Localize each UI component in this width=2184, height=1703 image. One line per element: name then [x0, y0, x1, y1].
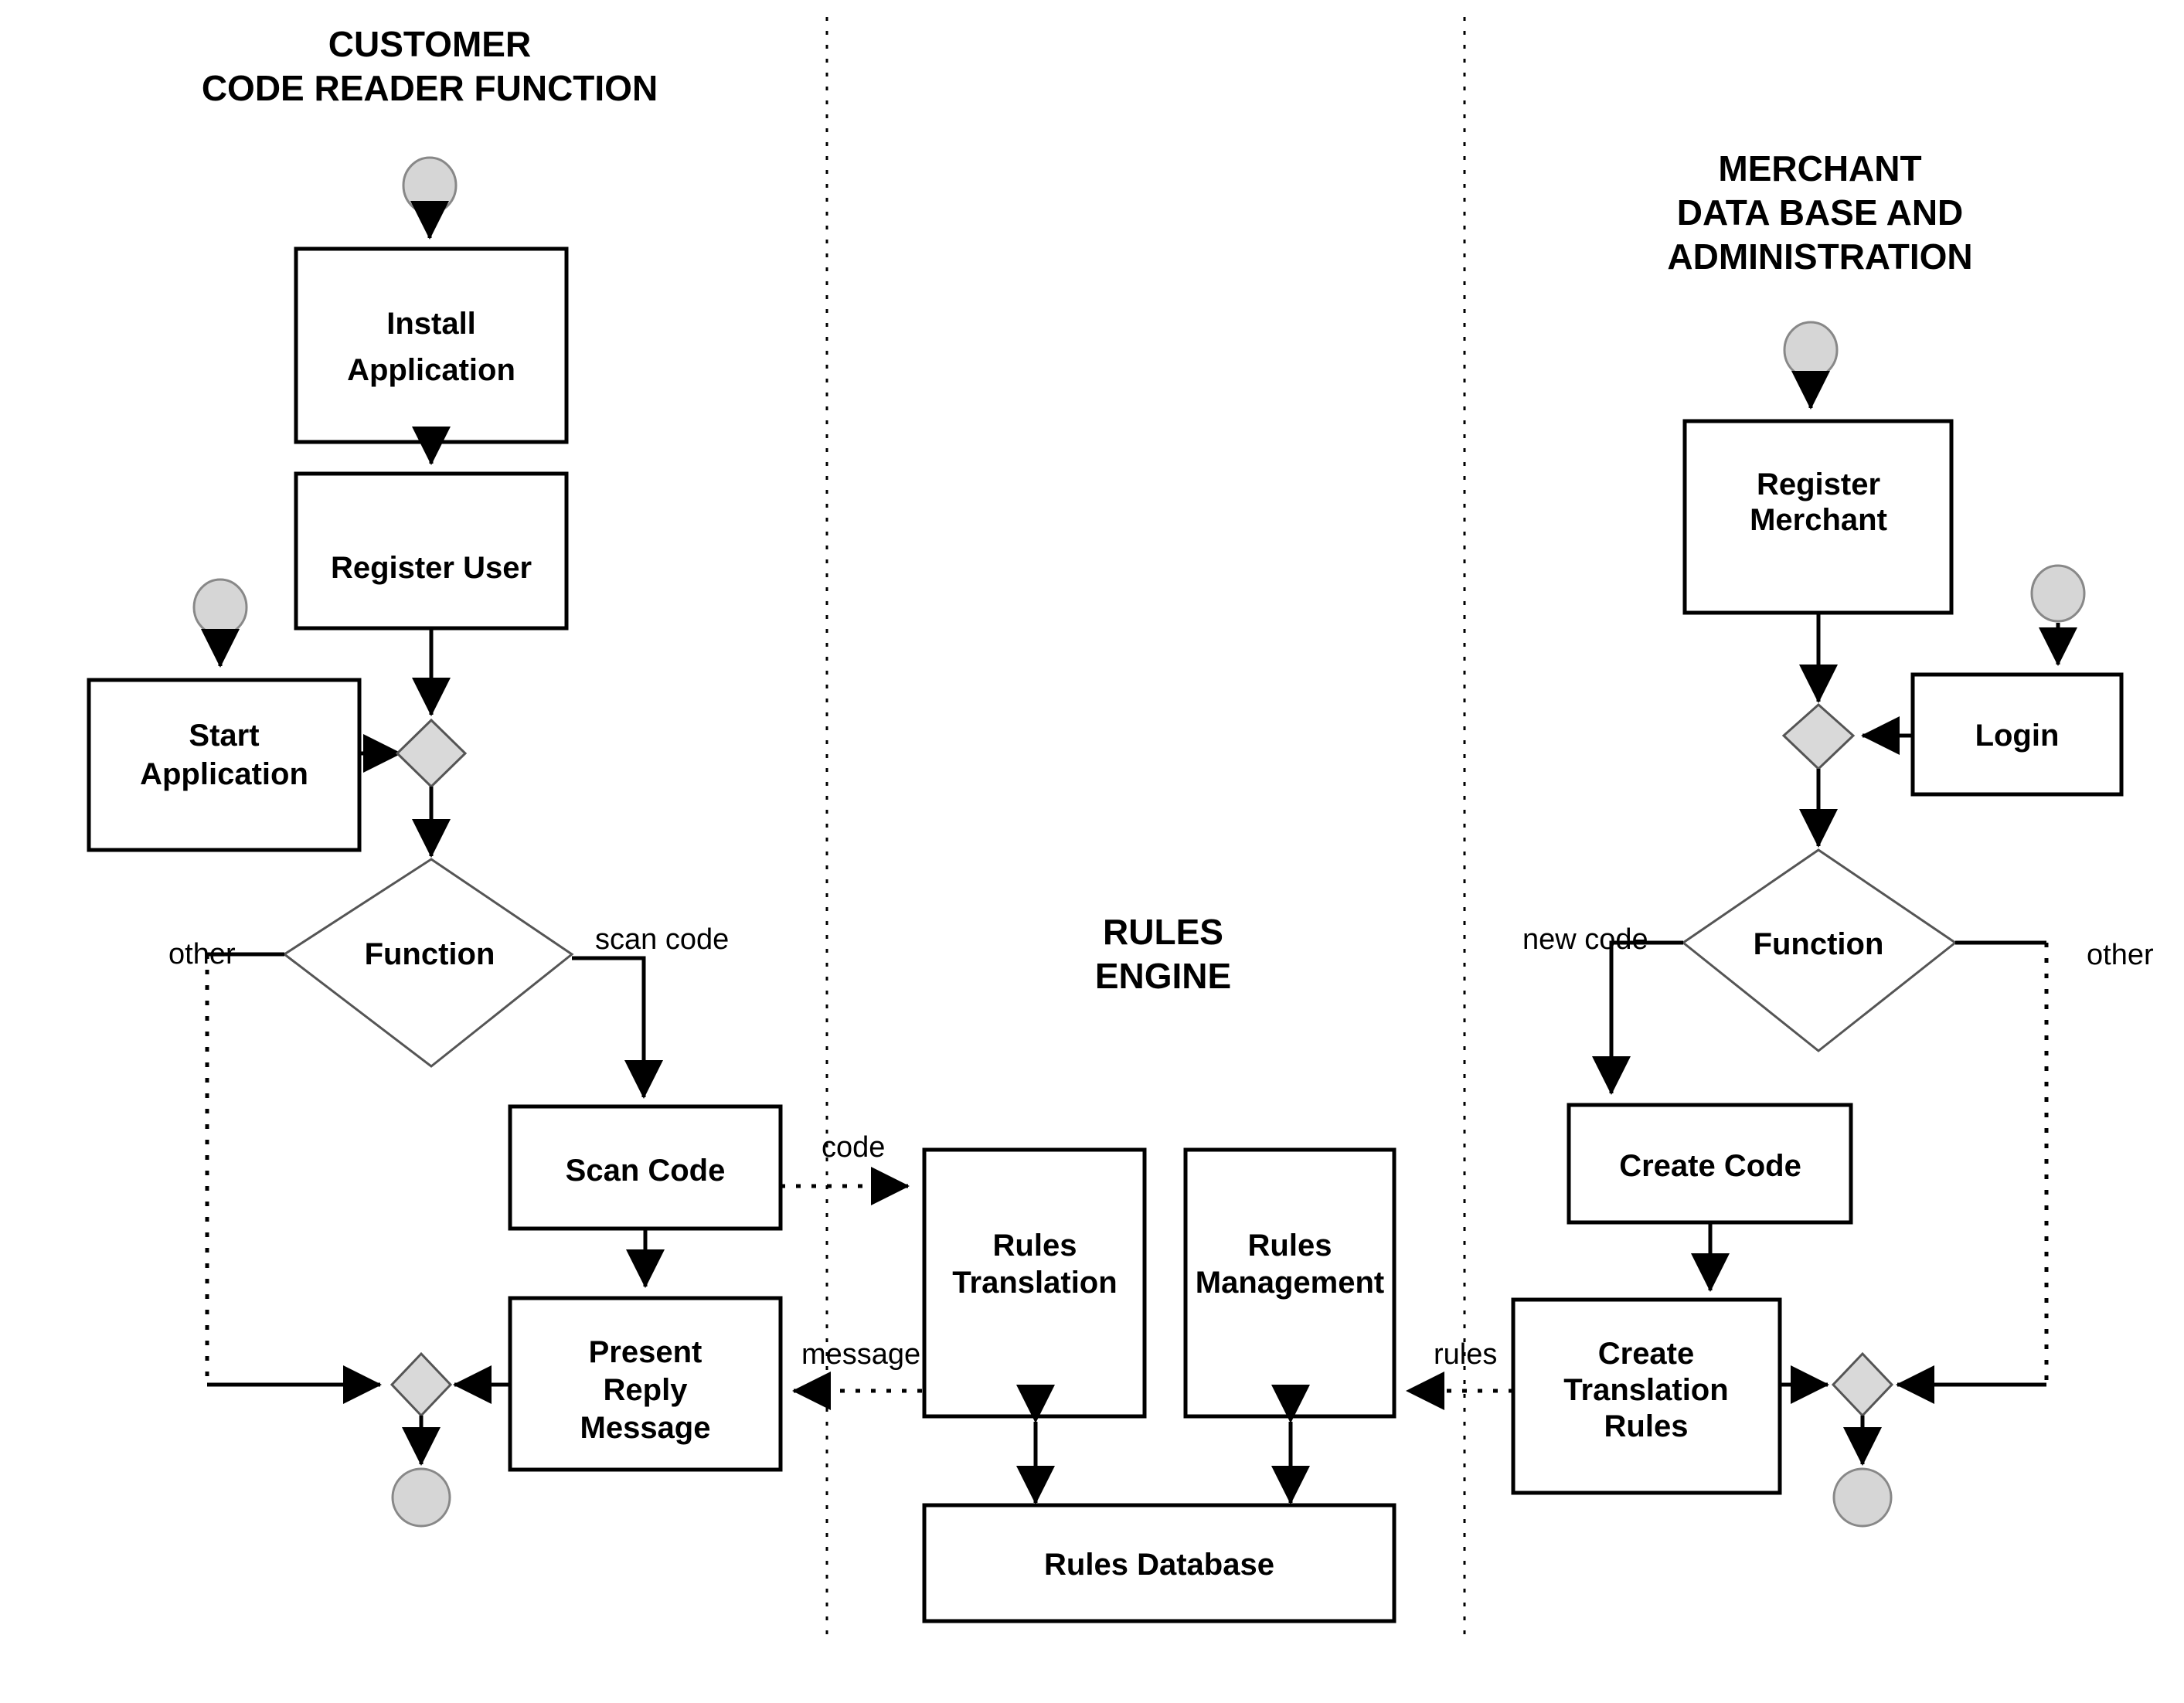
edge-label-rules: rules [1434, 1338, 1497, 1371]
merge-node-merchant [1781, 702, 1856, 771]
lane-title-rules-line1: RULES [1103, 912, 1223, 952]
edge-label-merchant-new-code: new code [1522, 923, 1648, 956]
lane-title-merchant-line1: MERCHANT [1718, 148, 1921, 189]
end-terminator-customer [391, 1467, 451, 1528]
flowchart-canvas: CUSTOMER CODE READER FUNCTION RULES ENGI… [0, 0, 2184, 1703]
edge-label-message: message [801, 1338, 920, 1371]
node-login-label: Login [1975, 719, 2060, 753]
node-present-reply-line1: Present [589, 1335, 702, 1369]
start-terminator-start-application [192, 578, 248, 637]
lane-title-customer-line1: CUSTOMER [328, 24, 531, 64]
node-install-application-line2: Application [347, 353, 515, 387]
lane-title-rules-engine: RULES ENGINE [1095, 912, 1231, 996]
node-rules-translation-line2: Translation [952, 1266, 1117, 1300]
node-present-reply-line2: Reply [604, 1373, 689, 1407]
flowchart-svg: CUSTOMER CODE READER FUNCTION RULES ENGI… [87, 17, 2154, 1637]
lane-title-merchant-line2: DATA BASE AND [1677, 192, 1964, 233]
edge-label-code: code [822, 1131, 885, 1164]
node-scan-code-label: Scan Code [566, 1154, 726, 1188]
node-create-translation-rules-line2: Translation [1563, 1373, 1728, 1407]
merge-node-customer-end [390, 1351, 453, 1418]
merge-node-merchant-end [1831, 1351, 1894, 1418]
node-register-merchant-line2: Merchant [1750, 503, 1887, 537]
node-rules-management-line1: Rules [1248, 1229, 1332, 1263]
merge-node-customer [395, 718, 468, 789]
edge-label-merchant-other: other [2087, 939, 2154, 971]
node-register-merchant-line1: Register [1757, 467, 1880, 501]
start-terminator-login [2030, 564, 2086, 623]
edge-label-customer-scan-code: scan code [595, 923, 729, 956]
end-terminator-merchant [1832, 1467, 1893, 1528]
node-create-translation-rules-line3: Rules [1604, 1409, 1689, 1443]
node-rules-translation-line1: Rules [993, 1229, 1077, 1263]
decision-function-merchant-label: Function [1754, 927, 1884, 961]
lane-title-merchant: MERCHANT DATA BASE AND ADMINISTRATION [1667, 148, 1972, 277]
node-create-translation-rules-line1: Create [1598, 1337, 1695, 1371]
node-rules-management-line2: Management [1196, 1266, 1385, 1300]
lane-title-merchant-line3: ADMINISTRATION [1667, 236, 1972, 277]
start-terminator-install [402, 156, 458, 215]
node-register-user-label: Register User [331, 551, 532, 585]
node-install-application-line1: Install [386, 307, 476, 341]
node-create-code-label: Create Code [1619, 1149, 1801, 1183]
lane-title-rules-line2: ENGINE [1095, 956, 1231, 996]
decision-function-customer-label: Function [365, 937, 495, 971]
edge-function-new-code [1592, 940, 1683, 1095]
node-start-application-line1: Start [189, 719, 259, 753]
node-start-application-line2: Application [140, 757, 308, 791]
node-install-application [294, 246, 569, 444]
start-terminator-register-merchant [1783, 321, 1839, 379]
lane-title-customer: CUSTOMER CODE READER FUNCTION [202, 24, 658, 108]
node-present-reply-line3: Message [580, 1411, 711, 1445]
edge-function-scan-code [572, 956, 663, 1099]
lane-title-customer-line2: CODE READER FUNCTION [202, 68, 658, 108]
node-rules-database-label: Rules Database [1044, 1548, 1274, 1582]
